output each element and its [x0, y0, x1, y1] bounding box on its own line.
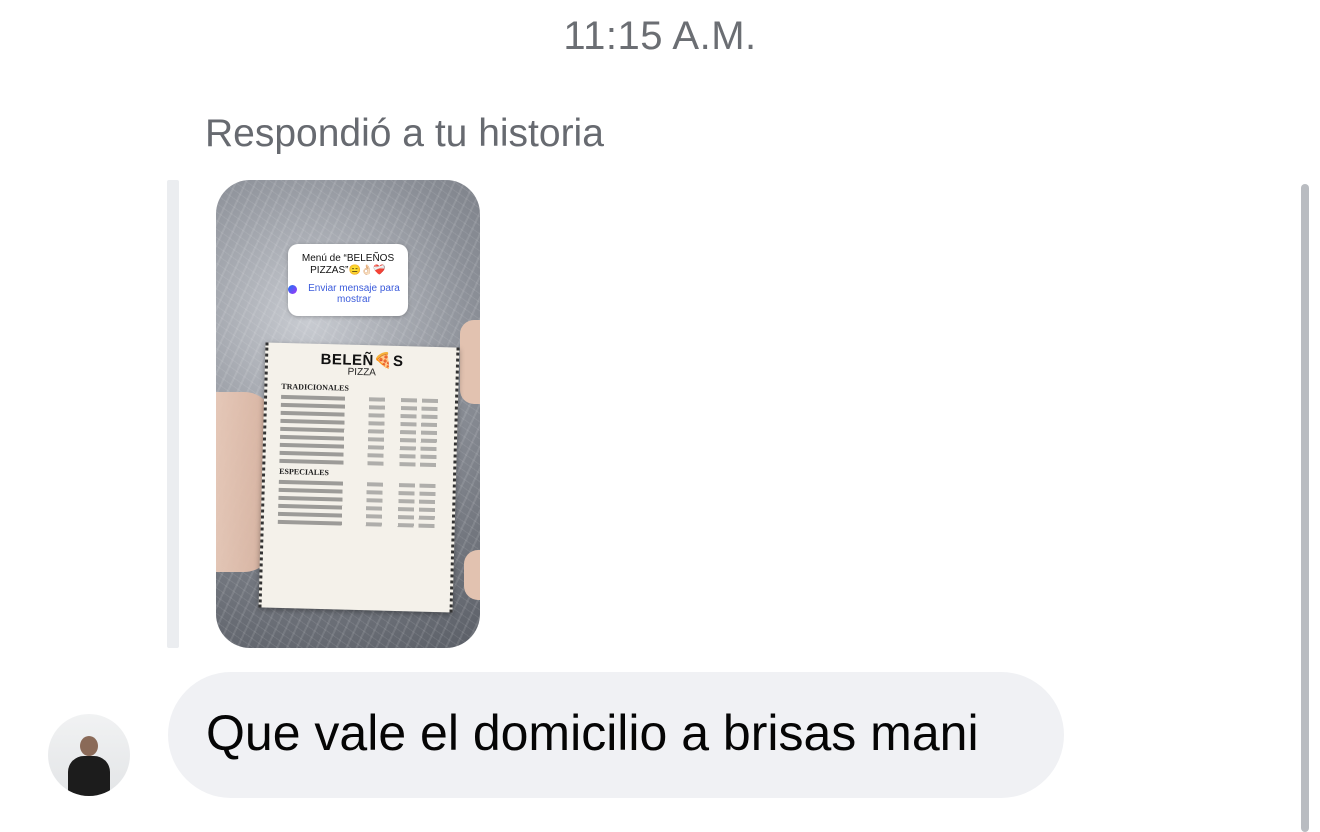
menu-line	[278, 479, 439, 489]
message-bubble[interactable]: Que vale el domicilio a brisas mani	[168, 672, 1064, 798]
hand-image	[464, 550, 480, 600]
message-timestamp: 11:15 A.M.	[563, 14, 757, 58]
menu-line	[280, 410, 441, 420]
story-reply-label: Respondió a tu historia	[205, 112, 604, 155]
menu-line	[280, 426, 441, 436]
story-text-sticker: Menú de “BELEÑOS PIZZAS”😑👌🏻❤️‍🩹 Enviar m…	[288, 244, 408, 316]
story-preview[interactable]: BELEÑ🍕S PIZZA TRADICIONALES ESPECIALES M…	[216, 180, 480, 648]
sticker-title: Menú de “BELEÑOS PIZZAS”😑👌🏻❤️‍🩹	[301, 253, 395, 276]
hand-image	[460, 320, 480, 404]
avatar-head	[80, 736, 98, 756]
menu-line	[278, 487, 439, 497]
menu-line	[279, 434, 441, 444]
menu-line	[280, 402, 441, 412]
message-text: Que vale el domicilio a brisas mani	[206, 705, 979, 761]
menu-line	[279, 458, 440, 468]
menu-paper-image: BELEÑ🍕S PIZZA TRADICIONALES ESPECIALES	[258, 342, 460, 613]
scrollbar[interactable]	[1301, 184, 1309, 832]
menu-line	[278, 503, 439, 513]
menu-line	[279, 442, 440, 452]
messenger-icon	[288, 285, 297, 294]
menu-line	[279, 450, 440, 460]
menu-line	[280, 418, 441, 428]
menu-line	[277, 519, 438, 529]
avatar-body	[68, 756, 110, 796]
send-message-cta[interactable]: Enviar mensaje para mostrar	[288, 283, 408, 305]
avatar[interactable]	[48, 714, 130, 796]
menu-section-title: TRADICIONALES	[281, 381, 350, 393]
menu-line	[277, 511, 439, 521]
menu-section-title: ESPECIALES	[279, 466, 330, 478]
menu-line	[278, 495, 439, 505]
menu-line	[281, 394, 442, 404]
quote-bar	[167, 180, 179, 648]
send-message-cta-label: Enviar mensaje para mostrar	[308, 283, 400, 305]
